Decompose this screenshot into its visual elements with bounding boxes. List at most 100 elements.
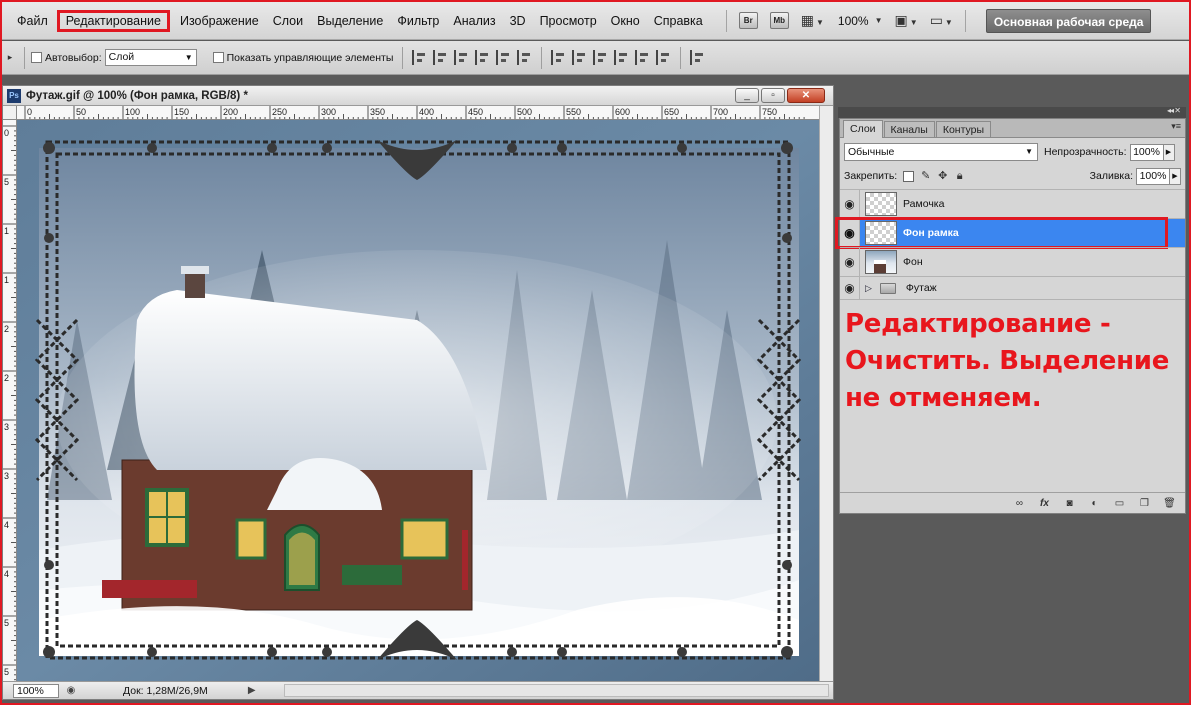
menu-3d[interactable]: 3D (503, 10, 533, 32)
distribute-center-icon[interactable] (572, 50, 587, 65)
layer-group-futazh[interactable]: ◉ ▷ Футаж (840, 276, 1185, 300)
chevron-right-icon[interactable]: ▶ (244, 685, 260, 696)
lock-label: Закрепить: (844, 170, 898, 182)
link-layers-icon[interactable]: ∞ (1012, 497, 1027, 510)
ruler-origin[interactable] (3, 106, 17, 120)
separator (24, 46, 25, 69)
distribute-left-icon[interactable] (614, 50, 629, 65)
document-title-bar[interactable]: Ps Футаж.gif @ 100% (Фон рамка, RGB/8) *… (3, 86, 833, 106)
opacity-slider-button[interactable]: ▶ (1163, 143, 1175, 161)
collapse-icon[interactable]: ◂◂ ✕ (1167, 106, 1181, 115)
annotation-line-3: не отменяем. (845, 383, 1042, 413)
canvas[interactable] (17, 120, 819, 681)
menu-view[interactable]: Просмотр (533, 10, 604, 32)
menu-help[interactable]: Справка (647, 10, 710, 32)
lock-position-icon[interactable]: ✥ (937, 170, 948, 182)
tab-channels[interactable]: Каналы (883, 121, 935, 137)
layer-list: ◉ Рамочка ◉ Фон рамка ◉ Фон ◉ ▷ Футаж (835, 189, 1185, 300)
adjustment-layer-icon[interactable]: ◐ (1087, 497, 1102, 510)
tab-paths[interactable]: Контуры (935, 121, 992, 137)
maximize-button[interactable]: ▫ (761, 88, 785, 103)
align-bottom-icon[interactable] (454, 50, 469, 65)
ruler-label: 500 (517, 107, 532, 117)
distribute-right-icon[interactable] (656, 50, 671, 65)
auto-select-checkbox[interactable] (31, 52, 42, 63)
vertical-ruler[interactable]: 0 5 1 1 2 2 3 3 4 4 5 5 (3, 120, 17, 681)
layer-name: Футаж (905, 282, 937, 294)
menu-analysis[interactable]: Анализ (446, 10, 502, 32)
menu-window[interactable]: Окно (604, 10, 647, 32)
menu-edit[interactable]: Редактирование (56, 9, 170, 32)
eye-icon[interactable]: ◉ (840, 219, 860, 247)
ruler-label: 550 (566, 107, 581, 117)
panel-dock-header[interactable]: ◂◂ ✕ (838, 106, 1186, 118)
arrange-documents-icon[interactable]: ▣ ▼ (895, 12, 918, 29)
eye-icon[interactable]: ◉ (840, 190, 860, 218)
trash-icon[interactable]: 🗑︎ (1162, 497, 1177, 510)
ruler-label: 100 (125, 107, 140, 117)
align-right-icon[interactable] (517, 50, 532, 65)
new-group-icon[interactable]: ▭ (1112, 497, 1127, 510)
fill-input[interactable]: 100% (1136, 167, 1170, 185)
menu-select[interactable]: Выделение (310, 10, 390, 32)
auto-select-dropdown[interactable]: Слой ▼ (104, 49, 197, 66)
opacity-input[interactable]: 100% (1129, 143, 1164, 161)
align-horizontal-center-icon[interactable] (496, 50, 511, 65)
workspace-button[interactable]: Основная рабочая среда (985, 8, 1152, 33)
lock-transparency-icon[interactable] (903, 170, 915, 182)
align-left-icon[interactable] (475, 50, 490, 65)
chevron-down-icon[interactable]: ▼ (875, 16, 883, 25)
distribute-hcenter-icon[interactable] (635, 50, 650, 65)
minimize-button[interactable]: _ (735, 88, 759, 103)
layers-panel-tabs: Слои Каналы Контуры ▾≡ (840, 119, 1185, 138)
ruler-label: 250 (272, 107, 287, 117)
lock-all-icon[interactable]: 🔒︎ (954, 170, 965, 182)
ruler-label: 1 (4, 226, 9, 236)
fill-slider-button[interactable]: ▶ (1170, 167, 1181, 185)
menu-layers[interactable]: Слои (266, 10, 310, 32)
menu-filter[interactable]: Фильтр (390, 10, 446, 32)
blend-mode-dropdown[interactable]: Обычные ▼ (844, 143, 1038, 161)
layer-thumbnail (865, 250, 897, 274)
layer-row-fon-ramka[interactable]: ◉ Фон рамка (835, 217, 1185, 249)
layer-row-fon[interactable]: ◉ Фон (840, 247, 1185, 276)
new-layer-icon[interactable]: ❐ (1137, 497, 1152, 510)
close-button[interactable]: ✕ (787, 88, 825, 103)
menu-image[interactable]: Изображение (173, 10, 266, 32)
tool-preset-icon[interactable]: ▸ (2, 52, 18, 63)
layer-style-icon[interactable]: fx (1037, 497, 1052, 510)
ruler-label: 3 (4, 471, 9, 481)
vertical-scrollbar[interactable] (819, 106, 833, 681)
tab-layers[interactable]: Слои (843, 120, 883, 138)
auto-align-icon[interactable] (690, 50, 705, 65)
bridge-button[interactable]: Br (738, 12, 758, 29)
mini-bridge-button[interactable]: Mb (769, 12, 789, 29)
menu-file[interactable]: Файл (10, 10, 55, 32)
ruler-label: 450 (468, 107, 483, 117)
ruler-label: 200 (223, 107, 238, 117)
status-menu-icon[interactable]: ◉ (63, 685, 79, 696)
align-vertical-center-icon[interactable] (433, 50, 448, 65)
panel-menu-icon[interactable]: ▾≡ (1171, 121, 1181, 132)
layer-row-ramochka[interactable]: ◉ Рамочка (840, 189, 1185, 218)
zoom-input[interactable]: 100% (13, 683, 59, 698)
align-top-icon[interactable] (412, 50, 427, 65)
ruler-label: 600 (615, 107, 630, 117)
distribute-bottom-icon[interactable] (593, 50, 608, 65)
screen-mode-icon[interactable]: ▭ ▼ (930, 12, 953, 29)
horizontal-scrollbar[interactable] (283, 684, 829, 697)
chevron-right-icon[interactable]: ▷ (865, 283, 872, 294)
zoom-level[interactable]: 100% (838, 14, 869, 28)
lock-paint-icon[interactable]: ✎ (920, 170, 931, 182)
film-icon[interactable]: ▦ ▼ (801, 12, 824, 29)
ruler-label: 300 (321, 107, 336, 117)
ruler-label: 650 (664, 107, 679, 117)
document-title: Футаж.gif @ 100% (Фон рамка, RGB/8) * (26, 89, 248, 102)
show-controls-checkbox[interactable] (212, 52, 224, 63)
layer-thumbnail (865, 221, 897, 245)
add-mask-icon[interactable]: ◙ (1062, 497, 1077, 510)
distribute-top-icon[interactable] (551, 50, 566, 65)
horizontal-ruler[interactable]: 0 50 100 150 200 250 300 350 400 450 500 550 600 650 7… (17, 106, 819, 120)
eye-icon[interactable]: ◉ (840, 277, 860, 299)
eye-icon[interactable]: ◉ (840, 248, 860, 276)
